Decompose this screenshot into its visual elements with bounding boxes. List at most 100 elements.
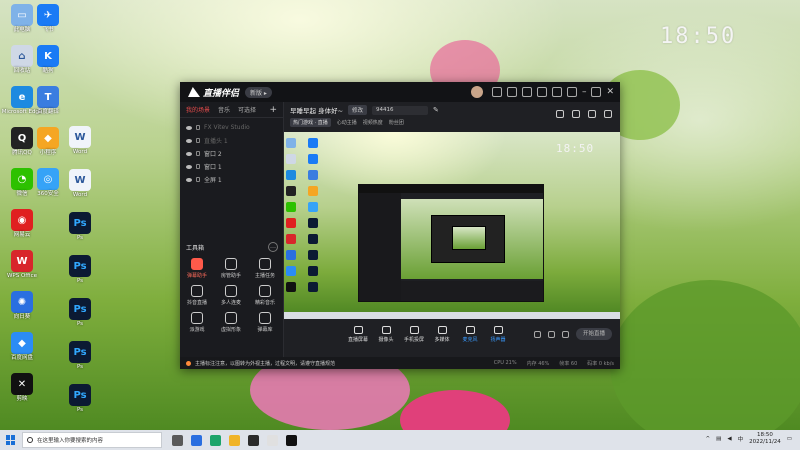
desktop-icon[interactable]: W Word (58, 169, 102, 199)
shirt-icon[interactable] (521, 87, 532, 97)
tool-item[interactable]: 弹幕库 (248, 312, 282, 333)
lock-icon[interactable] (196, 151, 200, 156)
gift-icon[interactable] (506, 87, 517, 97)
tool-item[interactable]: 精彩音乐 (248, 285, 282, 306)
add-scene-icon[interactable]: + (269, 105, 277, 115)
tool-item[interactable]: 弹幕助手 (180, 258, 214, 279)
desktop-icon-label: Ps (76, 407, 84, 413)
maximize-icon[interactable] (591, 87, 602, 97)
desktop-icon[interactable]: ◆ 百度网盘 (0, 332, 44, 362)
menu-icon[interactable] (566, 87, 577, 97)
edit-button[interactable]: 修改 (348, 105, 368, 115)
lock-icon[interactable] (196, 138, 200, 143)
tool-item[interactable]: 房管助手 (214, 258, 248, 279)
desktop-icon[interactable]: K 酷狗 (26, 45, 70, 75)
taskbar-app-icon[interactable] (248, 434, 259, 446)
scene-item[interactable]: 直播头 1 (180, 134, 283, 147)
desktop-icon[interactable]: Ps Ps (58, 384, 102, 414)
gift-icon[interactable] (556, 110, 564, 118)
eye-icon[interactable] (548, 331, 555, 338)
eye-icon[interactable] (186, 151, 192, 156)
desktop-icon[interactable]: ✈ 飞书 (26, 4, 70, 34)
scene-label: 全屏 1 (204, 177, 222, 184)
toolbar-button[interactable]: 麦克风 (456, 325, 484, 343)
lock-icon[interactable] (196, 177, 200, 182)
toolbar-button[interactable]: 直播屏幕 (344, 325, 372, 343)
taskbar-app-icon[interactable] (267, 434, 278, 446)
lock-icon[interactable] (196, 164, 200, 169)
start-button[interactable] (0, 430, 22, 450)
volume-icon[interactable]: ◀ (727, 436, 731, 442)
toolbar-button[interactable]: 扬声器 (484, 325, 512, 343)
tab-music[interactable]: 音乐 (218, 105, 230, 114)
tool-item[interactable]: 多人连麦 (214, 285, 248, 306)
chevron-up-icon[interactable]: ^ (706, 436, 711, 442)
toolbar-icon (381, 325, 391, 334)
more-icon[interactable]: … (268, 242, 278, 252)
category-tag[interactable]: 热门游戏 · 直播 (290, 118, 331, 127)
toolbar-button[interactable]: 摄像头 (372, 325, 400, 343)
close-icon[interactable]: ✕ (606, 87, 614, 97)
bell-icon[interactable] (536, 87, 547, 97)
version-badge[interactable]: 新版 ▸ (245, 86, 272, 98)
taskbar-app-icon[interactable] (286, 434, 297, 446)
desktop-icon[interactable]: ◉ 网易云 (0, 209, 44, 239)
taskbar-app-icon[interactable] (191, 434, 202, 446)
desktop-icon[interactable]: ✺ 向日葵 (0, 291, 44, 321)
taskbar-app-icon[interactable] (229, 434, 240, 446)
desktop-icon[interactable]: W Word (58, 126, 102, 156)
taskbar-app-icon[interactable] (210, 434, 221, 446)
tool-icon (259, 312, 271, 324)
network-icon[interactable]: ▤ (716, 436, 721, 442)
eye-icon[interactable] (186, 164, 192, 169)
share-icon[interactable] (604, 110, 612, 118)
scene-item[interactable]: FX Vitev Studio (180, 121, 283, 134)
task-icon[interactable] (572, 110, 580, 118)
toolbar-button[interactable]: 手机投屏 (400, 325, 428, 343)
avatar[interactable] (470, 86, 483, 98)
bulb-icon[interactable] (588, 110, 596, 118)
tool-item[interactable]: 抖音直播 (180, 285, 214, 306)
tool-item[interactable]: 虚拟形象 (214, 312, 248, 333)
desktop-icon[interactable]: ✕ 剪映 (0, 373, 44, 403)
scene-item[interactable]: 全屏 1 (180, 173, 283, 186)
desktop-icon[interactable]: T 百度翻译 (26, 86, 70, 116)
title-bar[interactable]: 直播伴侣 新版 ▸ – ✕ (180, 82, 620, 102)
eye-icon[interactable] (186, 138, 192, 143)
scene-item[interactable]: 窗口 2 (180, 147, 283, 160)
message-icon[interactable] (491, 87, 502, 97)
window-controls: – ✕ (470, 86, 614, 98)
taskbar-search-input[interactable]: 在这里输入你要搜索的内容 (22, 432, 162, 448)
tool-item[interactable]: 派游戏 (180, 312, 214, 333)
scene-label: 窗口 2 (204, 151, 222, 158)
desktop-icon[interactable]: Ps Ps (58, 298, 102, 328)
taskbar-clock[interactable]: 18:50 2022/11/24 (749, 432, 781, 446)
desktop-icon[interactable]: W WPS Office (0, 250, 44, 280)
stream-title[interactable]: 早睡早起 身体好~ (290, 105, 343, 115)
taskbar-app-icon[interactable] (172, 434, 183, 446)
room-id-field[interactable]: 94416 (372, 105, 429, 115)
tab-my-scenes[interactable]: 我的场景 (186, 105, 210, 114)
toolbar-button[interactable]: 多媒体 (428, 325, 456, 343)
go-live-button[interactable]: 开始直播 (576, 328, 612, 340)
record-icon[interactable] (534, 331, 541, 338)
notification-icon[interactable]: ▭ (787, 436, 792, 442)
skin-icon[interactable] (551, 87, 562, 97)
tool-item[interactable]: 主播任务 (248, 258, 282, 279)
eye-icon[interactable] (186, 177, 192, 182)
scene-item[interactable]: 窗口 1 (180, 160, 283, 173)
pencil-icon[interactable]: ✎ (433, 106, 439, 114)
live-companion-window[interactable]: 直播伴侣 新版 ▸ – ✕ 我的场景 音乐 可选择 + FX Vitev Stu… (180, 82, 620, 369)
desktop-icon[interactable]: Ps Ps (58, 341, 102, 371)
tool-label: 主播任务 (254, 273, 275, 279)
minimize-icon[interactable]: – (582, 87, 587, 97)
input-language[interactable]: 中 (738, 435, 744, 443)
desktop-icon[interactable]: Ps Ps (58, 212, 102, 242)
tab-optional[interactable]: 可选择 (238, 105, 256, 114)
live-preview[interactable]: 18:50 (284, 132, 620, 319)
tool-icon (259, 285, 271, 297)
eye-icon[interactable] (186, 125, 192, 130)
desktop-icon[interactable]: Ps Ps (58, 255, 102, 285)
lock-icon[interactable] (196, 125, 200, 130)
settings-icon[interactable] (562, 331, 569, 338)
